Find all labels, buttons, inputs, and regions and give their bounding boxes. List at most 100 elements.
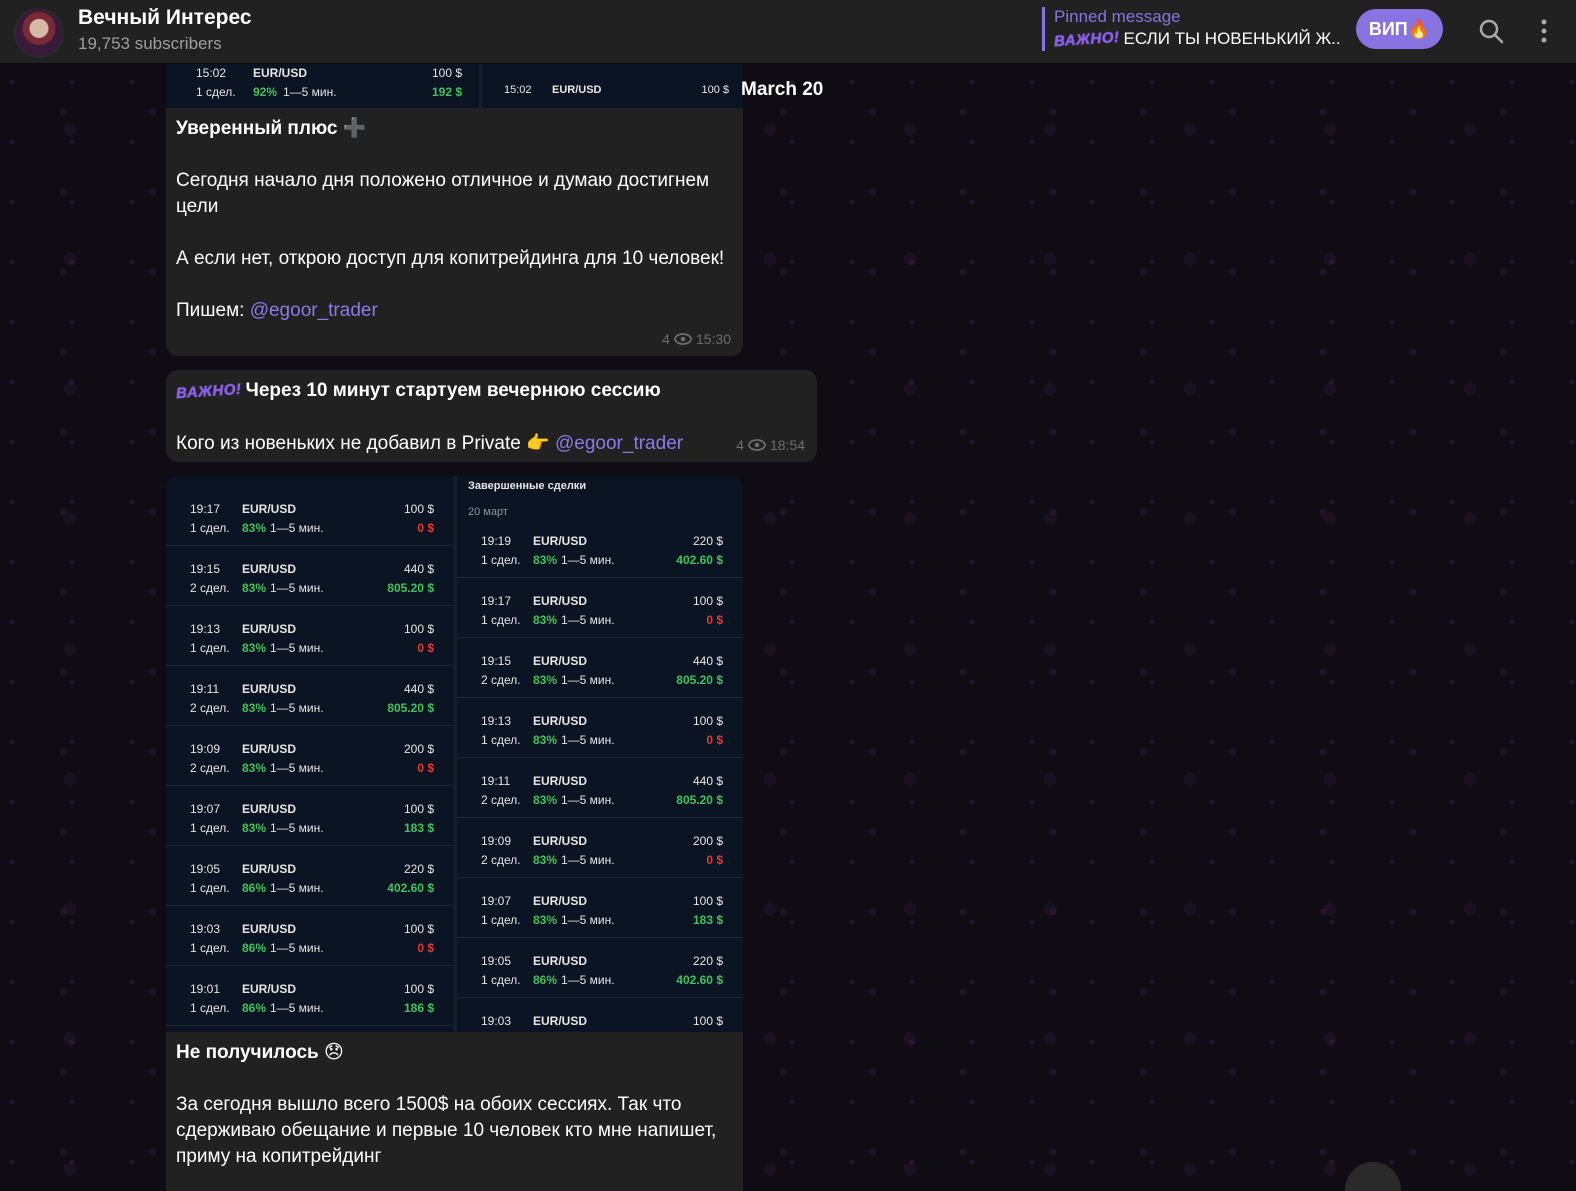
trade-result: 805.20 $ [676, 673, 723, 687]
trade-percent: 83% [533, 733, 558, 747]
trade-duration: 1—5 мин. [270, 761, 324, 775]
trade-percent: 86% [242, 881, 267, 895]
trade-duration: 1—5 мин. [270, 1001, 324, 1015]
username-link[interactable]: @egoor_trader [555, 433, 683, 454]
trade-duration: 1—5 мин. [561, 613, 615, 627]
trade-pair: EUR/USD [533, 654, 588, 668]
trade-percent: 83% [242, 581, 267, 595]
trade-count: 2 сдел. [481, 793, 521, 807]
trade-duration: 1—5 мин. [270, 581, 324, 595]
trade-result: 0 $ [417, 941, 434, 955]
trade-time: 19:17 [481, 594, 512, 608]
table-row: 19:11 EUR/USD 440 $ 2 сдел. 83% 1—5 мин. 805.2… [457, 758, 743, 818]
username-link[interactable]: @egoor_trader [250, 300, 378, 321]
trade-pair: EUR/USD [533, 594, 588, 608]
subscriber-count: 19,753 subscribers [78, 34, 222, 53]
trade-amount: 220 $ [692, 954, 723, 968]
trade-duration: 1—5 мин. [561, 733, 615, 747]
message-bubble[interactable]: Не получилось 😞 За сегодня вышло всего 1… [166, 1032, 743, 1191]
message-title: Не получилось 😞 [176, 1042, 344, 1063]
trade-amount: 100 $ [692, 594, 723, 608]
trade-count: 1 сдел. [190, 1001, 230, 1015]
pinned-message-text: ВАЖНО! ЕСЛИ ТЫ НОВЕНЬКИЙ Ж... [1054, 27, 1342, 52]
trade-amount: 200 $ [403, 742, 434, 756]
trade-pair: EUR/USD [242, 502, 297, 516]
trade-time: 19:09 [190, 742, 221, 756]
table-row: 19:01 EUR/USD 100 $ 1 сдел. 86% 1—5 мин. 186 $ [166, 966, 454, 1026]
table-row: 19:15 EUR/USD 440 $ 2 сдел. 83% 1—5 мин. 805.2… [166, 546, 454, 606]
trade-duration: 1—5 мин. [561, 673, 615, 687]
trade-amount: 100 $ [692, 894, 723, 908]
trade-pair: EUR/USD [242, 682, 297, 696]
trade-count: 1 сдел. [190, 521, 230, 535]
trade-amount: 220 $ [403, 862, 434, 876]
trade-duration: 1—5 мин. [270, 521, 324, 535]
trade-pair: EUR/USD [242, 622, 297, 636]
message-meta: 4 15:30 [662, 326, 731, 352]
table-row: 19:07 EUR/USD 100 $ 1 сдел. 83% 1—5 мин. 183 $ [457, 878, 743, 938]
trade-count: 1 сдел. [481, 913, 521, 927]
trade-result: 805.20 $ [387, 581, 434, 595]
trade-count: 2 сдел. [481, 673, 521, 687]
table-row: 19:03 EUR/USD 100 $ 1 сдел. 86% 1—5 мин. 0 $ [166, 906, 454, 966]
trade-pair: EUR/USD [533, 714, 588, 728]
trades-list-right: 19:19 EUR/USD 220 $1 сдел. 83% 1—5 мин. 402.6… [457, 518, 743, 1032]
message-bubble[interactable]: Уверенный плюс ➕ Сегодня начало дня поло… [166, 108, 743, 356]
trade-result: 0 $ [706, 853, 723, 867]
table-row: 19:09 EUR/USD 200 $ 2 сдел. 83% 1—5 мин. 0 $ [457, 818, 743, 878]
table-row: 19:05 EUR/USD 220 $ 1 сдел. 86% 1—5 мин. 402.6… [457, 938, 743, 998]
trade-pair: EUR/USD [242, 562, 297, 576]
table-row: 19:07 EUR/USD 100 $ 1 сдел. 83% 1—5 мин. 183 $ [166, 786, 454, 846]
trade-percent: 83% [533, 853, 558, 867]
trade-screenshot[interactable]: 19:17 EUR/USD 100 $1 сдел. 83% 1—5 мин. 0 $19… [166, 476, 743, 1032]
channel-avatar[interactable] [14, 8, 64, 58]
trade-count: 2 сдел. [190, 761, 230, 775]
table-row: 19:17 EUR/USD 100 $ 1 сдел. 83% 1—5 мин. 0 $ [166, 486, 454, 546]
message-bubble[interactable]: ВАЖНО! Через 10 минут стартуем вечернюю с… [166, 370, 817, 462]
trade-count: 2 сдел. [190, 701, 230, 715]
trade-pair: EUR/USD [533, 534, 588, 548]
trade-result: 186 $ [403, 1001, 434, 1015]
trade-percent: 83% [242, 521, 267, 535]
search-icon[interactable] [1478, 18, 1504, 44]
trade-result: 183 $ [692, 913, 723, 927]
trade-pair: EUR/USD [533, 774, 588, 788]
trade-pair: EUR/USD [533, 894, 588, 908]
trade-percent: 86% [242, 941, 267, 955]
table-row: 19:13 EUR/USD 100 $ 1 сдел. 83% 1—5 мин. 0 $ [457, 698, 743, 758]
message-text: Кого из новеньких не добавил в Private 👉… [176, 433, 684, 454]
pinned-message[interactable]: Pinned message ВАЖНО! ЕСЛИ ТЫ НОВЕНЬКИЙ Ж… [1042, 7, 1342, 51]
table-row: 19:13 EUR/USD 100 $ 1 сдел. 83% 1—5 мин. 0 $ [166, 606, 454, 666]
trade-amount: 100 $ [403, 502, 434, 516]
trade-result: 402.60 $ [387, 881, 434, 895]
trade-amount: 100 $ [403, 982, 434, 996]
trade-time: 19:01 [190, 982, 221, 996]
trade-screenshot-top[interactable]: 15:02 EUR/USD 100 $ 1 сдел. 92% 1—5 мин.… [166, 64, 743, 108]
trade-count: 1 сдел. [481, 553, 521, 567]
view-count: 4 [736, 437, 744, 453]
trade-count: 1 сдел. [481, 733, 521, 747]
trade-time: 19:03 [190, 922, 221, 936]
trade-amount: 220 $ [692, 534, 723, 548]
eye-icon [748, 439, 766, 451]
trade-result: 0 $ [417, 521, 434, 535]
trade-pair: EUR/USD [242, 862, 297, 876]
trade-amount: 440 $ [403, 682, 434, 696]
trade-amount: 100 $ [403, 922, 434, 936]
trade-result: 0 $ [706, 733, 723, 747]
important-sticker: ВАЖНО! [175, 380, 242, 403]
trade-time: 19:09 [481, 834, 512, 848]
channel-title[interactable]: Вечный Интерес [78, 6, 252, 30]
trade-time: 19:05 [190, 862, 221, 876]
message-title: ВАЖНО! Через 10 минут стартуем вечернюю с… [175, 378, 807, 405]
more-menu-icon[interactable] [1536, 16, 1552, 46]
pinned-message-title: Pinned message [1054, 7, 1181, 26]
vip-button[interactable]: ВИП🔥 [1356, 9, 1443, 49]
trade-count: 1 сдел. [481, 973, 521, 987]
trade-count: 1 сдел. [190, 941, 230, 955]
completed-trades-heading: Завершенные сделки [468, 480, 587, 492]
view-count: 4 [662, 331, 670, 347]
trade-time: 19:03 [481, 1014, 512, 1028]
table-row: 19:11 EUR/USD 440 $ 2 сдел. 83% 1—5 мин. 805.2… [166, 666, 454, 726]
trade-duration: 1—5 мин. [270, 821, 324, 835]
